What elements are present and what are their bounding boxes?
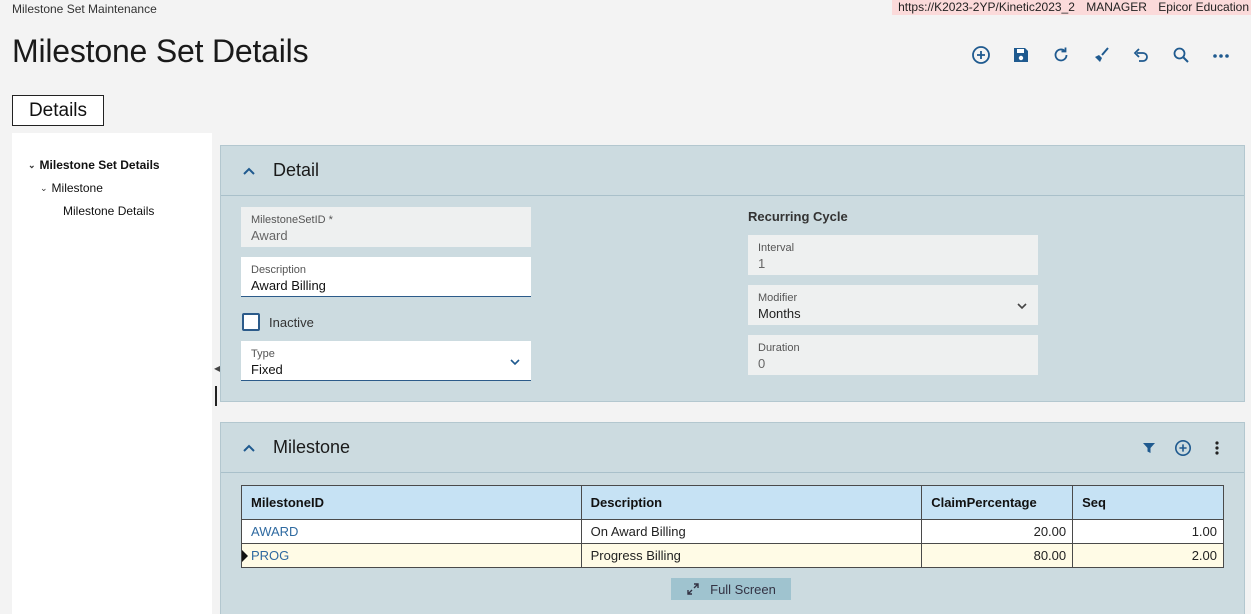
clear-button[interactable]	[1081, 42, 1121, 68]
field-label: Duration	[758, 342, 800, 354]
recurring-cycle-title: Recurring Cycle	[748, 209, 848, 224]
row-selector-icon	[242, 550, 248, 562]
modifier-select[interactable]: Modifier Months	[748, 285, 1038, 325]
tree-item-milestone-set-details[interactable]: ⌄ Milestone Set Details	[28, 158, 160, 172]
detail-panel-header[interactable]: Detail	[221, 146, 1244, 196]
milestone-id-value[interactable]: PROG	[251, 548, 289, 563]
field-value[interactable]: Award Billing	[251, 278, 521, 293]
undo-icon	[1133, 48, 1148, 62]
milestone-grid: MilestoneID Description ClaimPercentage …	[241, 485, 1224, 568]
milestone-id-cell[interactable]: PROG	[241, 543, 582, 568]
field-label: Type	[251, 348, 275, 360]
claim-percentage-cell[interactable]: 20.00	[921, 519, 1074, 544]
page-title: Milestone Set Details	[12, 33, 309, 69]
clear-icon	[1095, 47, 1109, 62]
description-field[interactable]: Description Award Billing	[241, 257, 531, 297]
table-row[interactable]: PROG Progress Billing 80.00 2.00	[241, 543, 1224, 568]
add-new-icon	[972, 46, 990, 64]
field-value: 1	[758, 256, 766, 271]
table-row[interactable]: AWARD On Award Billing 20.00 1.00	[241, 519, 1224, 544]
chevron-down-icon: ⌄	[40, 182, 48, 193]
field-value: Award	[251, 228, 288, 243]
chevron-up-icon[interactable]	[241, 163, 257, 179]
field-label: Interval	[758, 242, 795, 254]
more-options-button[interactable]	[1201, 42, 1241, 68]
milestone-set-id-field: MilestoneSetID * Award	[241, 207, 531, 247]
env-url: https://K2023-2YP/Kinetic2023_2	[898, 0, 1075, 14]
field-value: Fixed	[251, 362, 283, 377]
description-cell[interactable]: Progress Billing	[580, 543, 923, 568]
column-header-description[interactable]: Description	[580, 485, 923, 520]
seq-cell[interactable]: 1.00	[1072, 519, 1224, 544]
grid-header-row: MilestoneID Description ClaimPercentage …	[241, 485, 1224, 520]
environment-banner: https://K2023-2YP/Kinetic2023_2 MANAGER …	[892, 0, 1251, 15]
full-screen-label: Full Screen	[710, 581, 776, 597]
detail-panel: Detail MilestoneSetID * Award Descriptio…	[220, 145, 1245, 402]
full-screen-button[interactable]: Full Screen	[671, 578, 791, 600]
field-label: Modifier	[758, 292, 798, 304]
more-options-icon	[1213, 54, 1229, 58]
field-label: MilestoneSetID *	[251, 214, 333, 226]
inactive-checkbox[interactable]	[242, 313, 260, 331]
claim-percentage-cell[interactable]: 80.00	[921, 543, 1074, 568]
undo-button[interactable]	[1121, 42, 1161, 68]
app-title: Milestone Set Maintenance	[12, 2, 157, 16]
splitter-bar	[215, 386, 217, 406]
add-new-button[interactable]	[961, 42, 1001, 68]
milestone-panel: Milestone MilestoneID Description ClaimP…	[220, 422, 1245, 614]
search-icon	[1173, 47, 1189, 63]
save-icon	[1014, 48, 1028, 62]
field-label: Description	[251, 264, 307, 276]
tree-item-label: Milestone Details	[63, 204, 155, 218]
column-header-milestone-id[interactable]: MilestoneID	[241, 485, 582, 520]
refresh-icon	[1054, 47, 1068, 62]
tree-item-label: Milestone	[51, 181, 103, 195]
toolbar	[961, 42, 1241, 68]
interval-field[interactable]: Interval 1	[748, 235, 1038, 275]
chevron-down-icon	[510, 359, 520, 366]
tab-details[interactable]: Details	[12, 95, 104, 126]
tree-item-label: Milestone Set Details	[39, 158, 160, 172]
env-user: MANAGER	[1086, 0, 1147, 14]
add-row-icon[interactable]	[1174, 439, 1192, 457]
kebab-menu-icon[interactable]	[1208, 439, 1226, 457]
column-header-claim-percentage[interactable]: ClaimPercentage	[921, 485, 1074, 520]
field-value: Months	[758, 306, 801, 321]
inactive-checkbox-row[interactable]: Inactive	[242, 313, 314, 331]
field-value: 0	[758, 356, 766, 371]
navigation-tree: ⌄ Milestone Set Details ⌄ Milestone Mile…	[12, 133, 212, 614]
chevron-down-icon: ⌄	[28, 159, 36, 170]
milestone-panel-title: Milestone	[273, 437, 351, 457]
duration-field[interactable]: Duration 0	[748, 335, 1038, 375]
env-company: Epicor Education	[1158, 0, 1249, 14]
grid-actions	[1140, 439, 1226, 457]
detail-panel-title: Detail	[273, 160, 320, 180]
chevron-up-icon[interactable]	[241, 440, 257, 456]
expand-icon	[687, 583, 699, 595]
tree-item-milestone-details[interactable]: Milestone Details	[63, 204, 154, 218]
milestone-panel-header[interactable]: Milestone	[221, 423, 1244, 473]
description-cell[interactable]: On Award Billing	[580, 519, 923, 544]
filter-icon[interactable]	[1140, 439, 1158, 457]
milestone-id-cell[interactable]: AWARD	[241, 519, 582, 544]
column-header-seq[interactable]: Seq	[1072, 485, 1224, 520]
tree-collapse-handle[interactable]: ◀	[212, 364, 220, 408]
search-button[interactable]	[1161, 42, 1201, 68]
inactive-label: Inactive	[269, 314, 314, 330]
refresh-button[interactable]	[1041, 42, 1081, 68]
type-select[interactable]: Type Fixed	[241, 341, 531, 381]
chevron-down-icon	[1017, 303, 1027, 310]
save-button[interactable]	[1001, 42, 1041, 68]
seq-cell[interactable]: 2.00	[1072, 543, 1224, 568]
tree-item-milestone[interactable]: ⌄ Milestone	[40, 181, 103, 195]
